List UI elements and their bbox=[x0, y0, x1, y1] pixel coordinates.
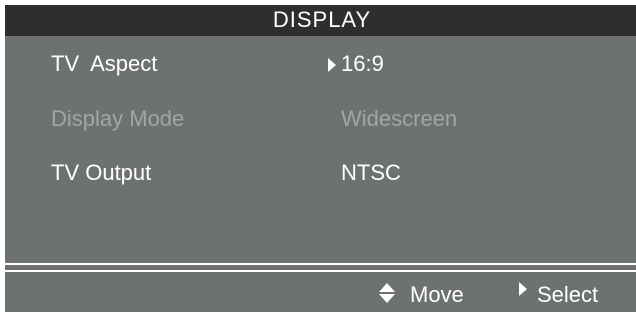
divider bbox=[5, 270, 636, 272]
hint-move-label: Move bbox=[410, 282, 464, 307]
menu-item-value-text: 16:9 bbox=[341, 51, 384, 76]
hint-select-label: Select bbox=[537, 282, 599, 307]
menu-item-label: TV Aspect bbox=[51, 51, 158, 76]
right-triangle-icon bbox=[519, 282, 527, 296]
menu-item-value: 16:9 bbox=[328, 51, 384, 77]
menu-item-label: Display Mode bbox=[51, 106, 185, 131]
selection-pointer-icon bbox=[328, 58, 336, 72]
up-down-arrows-icon bbox=[378, 282, 396, 304]
menu-item-value: NTSC bbox=[341, 160, 401, 185]
hint-move: Move bbox=[379, 282, 464, 308]
menu-item-tv-output[interactable]: TV Output NTSC bbox=[5, 160, 636, 190]
page-title: DISPLAY bbox=[272, 7, 372, 32]
menu-item-display-mode: Display Mode Widescreen bbox=[5, 106, 636, 136]
menu-item-tv-aspect[interactable]: TV Aspect 16:9 bbox=[5, 51, 636, 81]
divider bbox=[5, 263, 636, 265]
menu-item-value: Widescreen bbox=[341, 106, 458, 131]
footer-hints: Move Select bbox=[5, 275, 636, 312]
title-bar: DISPLAY bbox=[5, 5, 636, 36]
menu-item-label: TV Output bbox=[51, 160, 152, 185]
osd-panel: DISPLAY TV Aspect 16:9 Display Mode Wide… bbox=[5, 5, 636, 312]
hint-select: Select bbox=[519, 282, 599, 308]
